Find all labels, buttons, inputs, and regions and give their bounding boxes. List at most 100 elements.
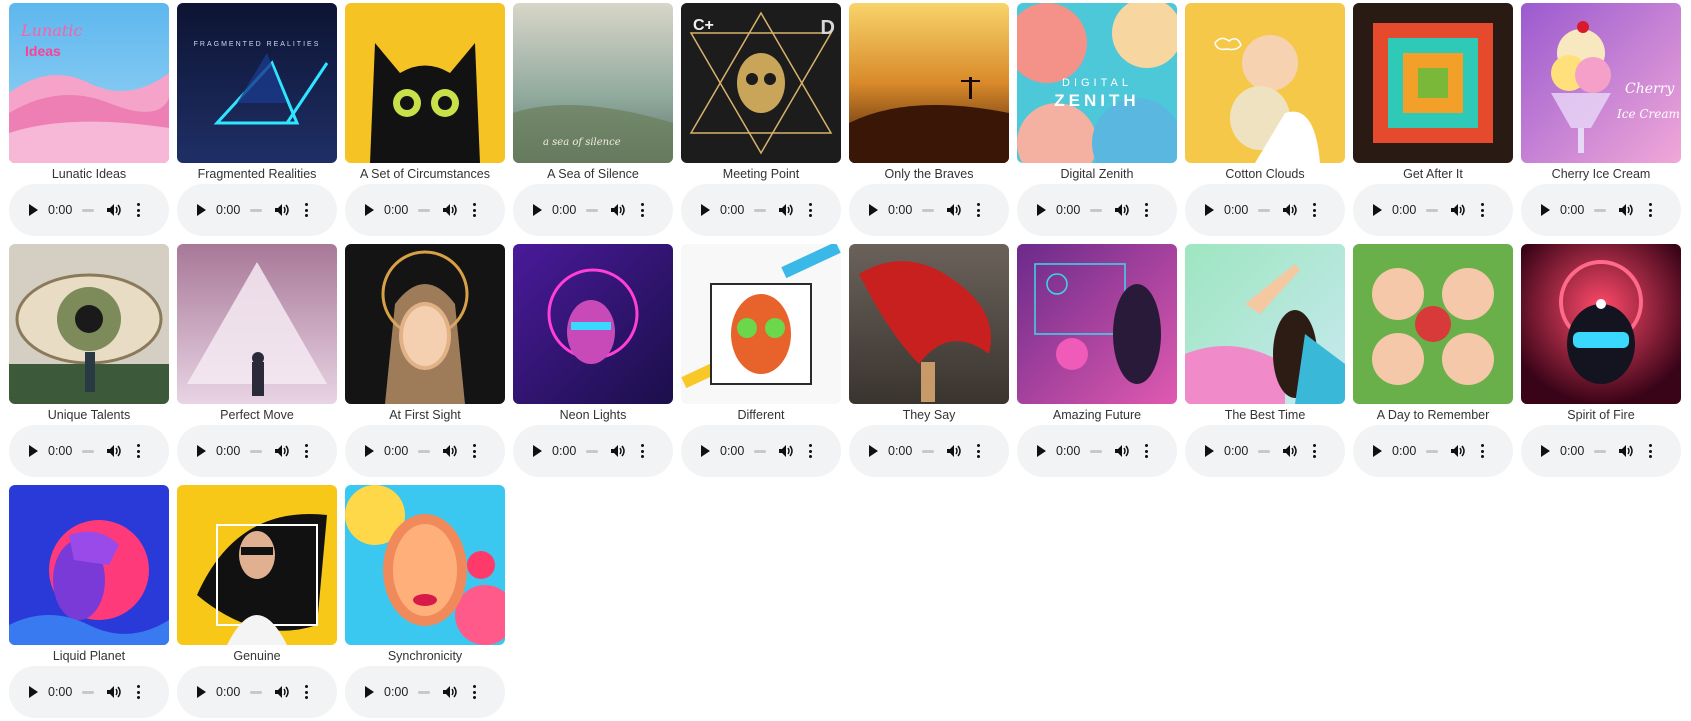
more-options-icon[interactable] (304, 203, 308, 217)
play-icon[interactable] (197, 686, 206, 698)
more-options-icon[interactable] (1648, 444, 1652, 458)
volume-icon[interactable] (1114, 203, 1130, 217)
more-options-icon[interactable] (976, 203, 980, 217)
progress-slider[interactable] (1258, 449, 1270, 453)
audio-player[interactable]: 0:00 (1521, 184, 1681, 236)
more-options-icon[interactable] (136, 203, 140, 217)
play-icon[interactable] (869, 204, 878, 216)
play-icon[interactable] (1541, 445, 1550, 457)
play-icon[interactable] (365, 445, 374, 457)
volume-icon[interactable] (946, 203, 962, 217)
volume-icon[interactable] (106, 203, 122, 217)
play-icon[interactable] (197, 445, 206, 457)
play-icon[interactable] (701, 204, 710, 216)
audio-player[interactable]: 0:00 (513, 425, 673, 477)
volume-icon[interactable] (1618, 203, 1634, 217)
more-options-icon[interactable] (1648, 203, 1652, 217)
audio-player[interactable]: 0:00 (177, 666, 337, 718)
more-options-icon[interactable] (472, 685, 476, 699)
play-icon[interactable] (29, 686, 38, 698)
more-options-icon[interactable] (808, 203, 812, 217)
audio-player[interactable]: 0:00 (345, 425, 505, 477)
volume-icon[interactable] (610, 203, 626, 217)
more-options-icon[interactable] (976, 444, 980, 458)
progress-slider[interactable] (1426, 449, 1438, 453)
audio-player[interactable]: 0:00 (177, 184, 337, 236)
volume-icon[interactable] (442, 203, 458, 217)
audio-player[interactable]: 0:00 (681, 184, 841, 236)
volume-icon[interactable] (274, 203, 290, 217)
volume-icon[interactable] (106, 685, 122, 699)
progress-slider[interactable] (418, 690, 430, 694)
more-options-icon[interactable] (640, 203, 644, 217)
volume-icon[interactable] (106, 444, 122, 458)
more-options-icon[interactable] (472, 444, 476, 458)
progress-slider[interactable] (586, 208, 598, 212)
volume-icon[interactable] (1282, 203, 1298, 217)
play-icon[interactable] (533, 445, 542, 457)
progress-slider[interactable] (250, 449, 262, 453)
volume-icon[interactable] (1114, 444, 1130, 458)
play-icon[interactable] (1037, 445, 1046, 457)
progress-slider[interactable] (418, 449, 430, 453)
volume-icon[interactable] (778, 444, 794, 458)
more-options-icon[interactable] (1144, 444, 1148, 458)
play-icon[interactable] (701, 445, 710, 457)
progress-slider[interactable] (82, 690, 94, 694)
audio-player[interactable]: 0:00 (9, 425, 169, 477)
volume-icon[interactable] (442, 444, 458, 458)
volume-icon[interactable] (442, 685, 458, 699)
play-icon[interactable] (1541, 204, 1550, 216)
progress-slider[interactable] (82, 208, 94, 212)
audio-player[interactable]: 0:00 (1017, 184, 1177, 236)
play-icon[interactable] (1373, 445, 1382, 457)
more-options-icon[interactable] (304, 444, 308, 458)
audio-player[interactable]: 0:00 (681, 425, 841, 477)
progress-slider[interactable] (250, 208, 262, 212)
audio-player[interactable]: 0:00 (849, 425, 1009, 477)
volume-icon[interactable] (274, 444, 290, 458)
progress-slider[interactable] (1090, 208, 1102, 212)
play-icon[interactable] (1373, 204, 1382, 216)
audio-player[interactable]: 0:00 (1017, 425, 1177, 477)
volume-icon[interactable] (946, 444, 962, 458)
more-options-icon[interactable] (1144, 203, 1148, 217)
progress-slider[interactable] (250, 690, 262, 694)
volume-icon[interactable] (1450, 444, 1466, 458)
play-icon[interactable] (197, 204, 206, 216)
audio-player[interactable]: 0:00 (849, 184, 1009, 236)
more-options-icon[interactable] (640, 444, 644, 458)
progress-slider[interactable] (1090, 449, 1102, 453)
progress-slider[interactable] (586, 449, 598, 453)
more-options-icon[interactable] (136, 444, 140, 458)
progress-slider[interactable] (1426, 208, 1438, 212)
audio-player[interactable]: 0:00 (9, 666, 169, 718)
play-icon[interactable] (365, 686, 374, 698)
more-options-icon[interactable] (304, 685, 308, 699)
progress-slider[interactable] (82, 449, 94, 453)
more-options-icon[interactable] (1312, 203, 1316, 217)
volume-icon[interactable] (1618, 444, 1634, 458)
play-icon[interactable] (29, 445, 38, 457)
play-icon[interactable] (365, 204, 374, 216)
volume-icon[interactable] (1450, 203, 1466, 217)
play-icon[interactable] (1037, 204, 1046, 216)
progress-slider[interactable] (418, 208, 430, 212)
audio-player[interactable]: 0:00 (345, 184, 505, 236)
audio-player[interactable]: 0:00 (1521, 425, 1681, 477)
progress-slider[interactable] (754, 449, 766, 453)
progress-slider[interactable] (754, 208, 766, 212)
play-icon[interactable] (29, 204, 38, 216)
audio-player[interactable]: 0:00 (345, 666, 505, 718)
volume-icon[interactable] (274, 685, 290, 699)
more-options-icon[interactable] (808, 444, 812, 458)
audio-player[interactable]: 0:00 (1353, 184, 1513, 236)
audio-player[interactable]: 0:00 (177, 425, 337, 477)
audio-player[interactable]: 0:00 (1185, 425, 1345, 477)
progress-slider[interactable] (1594, 449, 1606, 453)
volume-icon[interactable] (610, 444, 626, 458)
play-icon[interactable] (869, 445, 878, 457)
volume-icon[interactable] (778, 203, 794, 217)
progress-slider[interactable] (1594, 208, 1606, 212)
audio-player[interactable]: 0:00 (1353, 425, 1513, 477)
